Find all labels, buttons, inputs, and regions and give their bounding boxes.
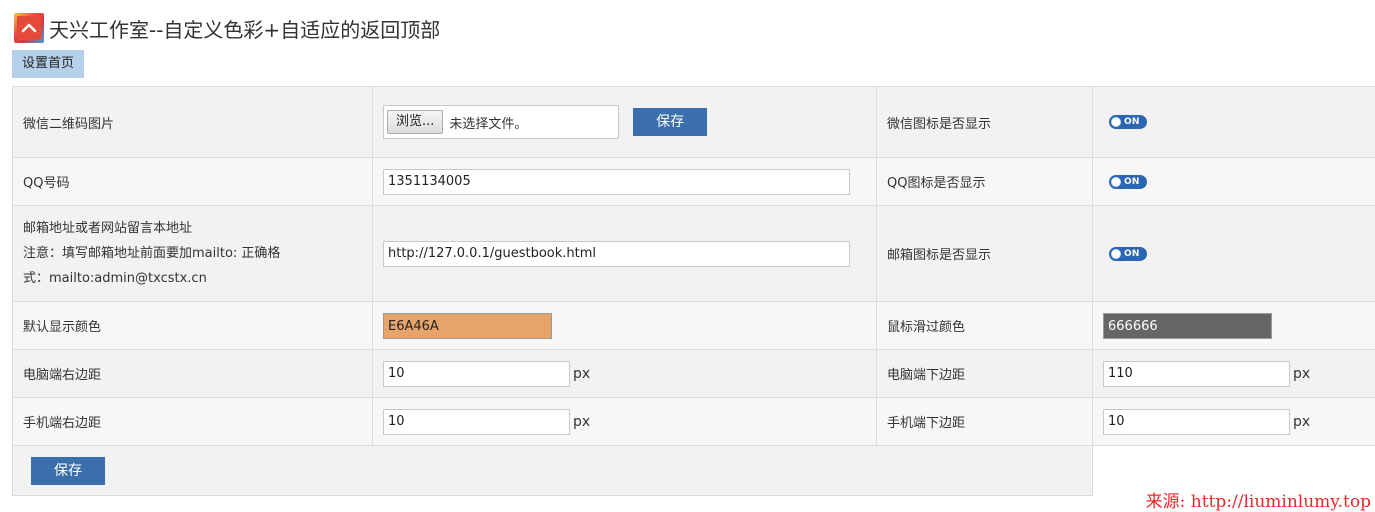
header: 天兴工作室--自定义色彩+自适应的返回顶部 — [14, 11, 440, 45]
mail-address-label: 邮箱地址或者网站留言本地址 注意：填写邮箱地址前面要加mailto: 正确格 式… — [23, 216, 362, 291]
wechat-icon-show-label: 微信图标是否显示 — [887, 117, 991, 132]
pc-bottom-margin-input[interactable] — [1103, 361, 1290, 387]
table-row: 微信二维码图片 浏览... 未选择文件。 保存 微信图标是否显示 ON — [13, 87, 1375, 158]
toggle-knob — [1111, 249, 1121, 259]
pc-right-margin-input[interactable] — [383, 361, 570, 387]
wechat-qr-label: 微信二维码图片 — [23, 117, 114, 132]
mobile-right-margin-label: 手机端右边距 — [23, 416, 101, 431]
default-color-input[interactable]: E6A46A — [383, 313, 552, 339]
settings-table: 微信二维码图片 浏览... 未选择文件。 保存 微信图标是否显示 ON QQ号码… — [12, 86, 1375, 496]
mobile-right-margin-input[interactable] — [383, 409, 570, 435]
toggle-knob — [1111, 117, 1121, 127]
hover-color-label: 鼠标滑过颜色 — [887, 320, 965, 335]
px-unit: px — [1293, 414, 1310, 430]
toggle-state-label: ON — [1124, 177, 1140, 187]
save-button[interactable]: 保存 — [31, 457, 105, 485]
source-watermark: 来源: http://liuminlumy.top — [1146, 487, 1371, 512]
table-row: 邮箱地址或者网站留言本地址 注意：填写邮箱地址前面要加mailto: 正确格 式… — [13, 206, 1375, 302]
mail-icon-toggle[interactable]: ON — [1109, 247, 1147, 261]
mail-label-line: 邮箱地址或者网站留言本地址 — [23, 216, 362, 241]
page-title: 天兴工作室--自定义色彩+自适应的返回顶部 — [49, 14, 440, 43]
wechat-icon-toggle[interactable]: ON — [1109, 115, 1147, 129]
qq-number-label: QQ号码 — [23, 176, 69, 191]
mail-address-input[interactable] — [383, 241, 850, 267]
mobile-bottom-margin-input[interactable] — [1103, 409, 1290, 435]
mail-note-line: 注意：填写邮箱地址前面要加mailto: 正确格 — [23, 241, 362, 266]
pc-right-margin-label: 电脑端右边距 — [23, 368, 101, 383]
hover-color-input[interactable]: 666666 — [1103, 313, 1272, 339]
toggle-state-label: ON — [1124, 117, 1140, 127]
qq-number-input[interactable] — [383, 169, 850, 195]
file-status-text: 未选择文件。 — [449, 113, 527, 132]
qq-icon-show-label: QQ图标是否显示 — [887, 176, 985, 191]
tab-bar: 设置首页 — [12, 50, 84, 78]
mail-note-line: 式：mailto:admin@txcstx.cn — [23, 266, 362, 291]
tab-settings-home[interactable]: 设置首页 — [12, 50, 84, 78]
default-color-label: 默认显示颜色 — [23, 320, 101, 335]
mail-icon-show-label: 邮箱图标是否显示 — [887, 248, 991, 263]
back-to-top-logo-icon — [14, 13, 44, 43]
qq-icon-toggle[interactable]: ON — [1109, 175, 1147, 189]
pc-bottom-margin-label: 电脑端下边距 — [887, 368, 965, 383]
upload-save-button[interactable]: 保存 — [633, 108, 707, 136]
table-row: 手机端右边距 px 手机端下边距 px — [13, 398, 1375, 446]
toggle-state-label: ON — [1124, 249, 1140, 259]
browse-button[interactable]: 浏览... — [387, 110, 443, 134]
table-row: QQ号码 QQ图标是否显示 ON — [13, 158, 1375, 206]
wechat-qr-file-input[interactable]: 浏览... 未选择文件。 — [383, 105, 619, 139]
mobile-bottom-margin-label: 手机端下边距 — [887, 416, 965, 431]
toggle-knob — [1111, 177, 1121, 187]
table-row: 默认显示颜色 E6A46A 鼠标滑过颜色 666666 — [13, 302, 1375, 350]
px-unit: px — [1293, 366, 1310, 382]
table-row: 电脑端右边距 px 电脑端下边距 px — [13, 350, 1375, 398]
px-unit: px — [573, 414, 590, 430]
px-unit: px — [573, 366, 590, 382]
